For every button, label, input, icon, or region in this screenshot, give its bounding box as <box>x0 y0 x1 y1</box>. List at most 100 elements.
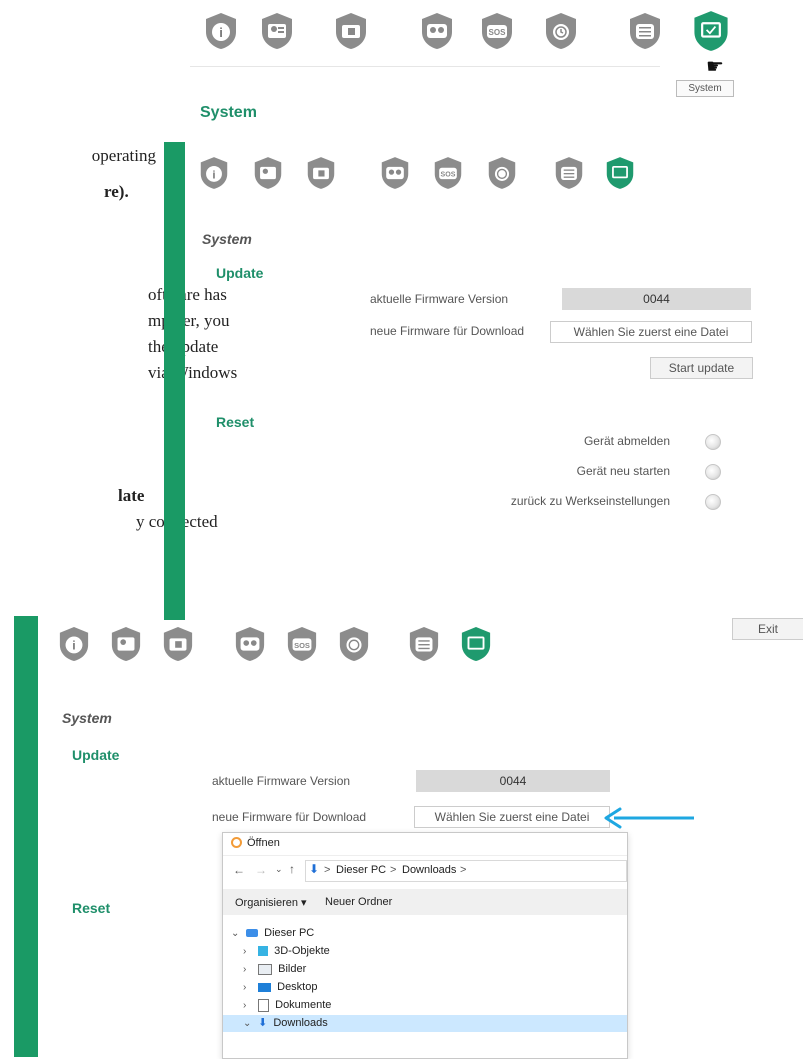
settings-icon[interactable] <box>408 626 440 662</box>
contact-icon[interactable] <box>253 156 283 190</box>
svg-text:SOS: SOS <box>294 641 310 650</box>
top-heading: System <box>200 104 257 121</box>
divider <box>190 66 660 67</box>
breadcrumb-sep: > <box>324 864 331 876</box>
group-icon[interactable] <box>420 12 454 50</box>
reset-option-label: Gerät abmelden <box>583 434 670 448</box>
tree-item-downloads[interactable]: ⌄ ⬇ Downloads <box>223 1015 627 1032</box>
group-icon[interactable] <box>234 626 266 662</box>
forward-icon[interactable]: → <box>255 863 267 877</box>
update-heading: Update <box>72 747 120 763</box>
start-update-button[interactable]: Start update <box>650 357 753 379</box>
system-icon[interactable] <box>605 156 635 190</box>
chevron-right-icon: › <box>243 1000 247 1011</box>
folder-tree: ⌄ Dieser PC › 3D-Objekte › Bilder › Desk… <box>223 923 627 1058</box>
reset-heading: Reset <box>72 900 111 916</box>
new-firmware-label: neue Firmware für Download <box>370 324 525 338</box>
sos-icon[interactable]: SOS <box>433 156 463 190</box>
tree-item-label: Bilder <box>278 963 307 975</box>
sim-icon[interactable] <box>334 12 368 50</box>
tree-item-bilder[interactable]: › Bilder <box>223 961 627 978</box>
firmware-version-value: 0044 <box>416 770 610 792</box>
choose-file-button[interactable]: Wählen Sie zuerst eine Datei <box>550 321 752 343</box>
system-icon[interactable] <box>692 10 730 52</box>
recent-dropdown-icon[interactable]: ⌄ <box>275 864 283 875</box>
chevron-right-icon: › <box>243 964 247 975</box>
firmware-version-label: aktuelle Firmware Version <box>370 292 509 306</box>
sos-icon[interactable]: SOS <box>480 12 514 50</box>
cube-icon <box>258 946 269 957</box>
doc-line: oftware has <box>148 285 227 304</box>
panel-title: System <box>202 231 252 247</box>
green-accent-bar <box>164 142 185 620</box>
svg-text:SOS: SOS <box>441 172 456 179</box>
organize-menu[interactable]: Organisieren ▾ <box>235 896 307 909</box>
sos-icon[interactable]: SOS <box>286 626 318 662</box>
tree-item-desktop[interactable]: › Desktop <box>223 979 627 996</box>
contact-icon[interactable] <box>260 12 294 50</box>
panel-title: System <box>62 710 112 726</box>
pictures-icon <box>258 963 273 975</box>
doc-line: via Windows <box>148 363 238 382</box>
group-icon[interactable] <box>380 156 410 190</box>
green-accent-bar <box>14 616 38 1057</box>
factory-reset-radio[interactable] <box>705 494 721 510</box>
info-icon[interactable]: i <box>199 156 229 190</box>
sim-icon[interactable] <box>162 626 194 662</box>
settings-icon[interactable] <box>628 12 662 50</box>
address-row: ← → ⌄ ↑ ⬇ > Dieser PC > Downloads > <box>223 857 627 885</box>
desktop-icon <box>258 982 272 992</box>
svg-text:i: i <box>72 639 75 653</box>
choose-file-button[interactable]: Wählen Sie zuerst eine Datei <box>414 806 610 828</box>
tree-item-dieser-pc[interactable]: ⌄ Dieser PC <box>223 925 627 942</box>
chevron-right-icon: › <box>243 946 247 957</box>
logout-radio[interactable] <box>705 434 721 450</box>
app-logo-icon <box>231 837 242 848</box>
tree-item-label: Desktop <box>277 981 318 993</box>
tree-item-label: 3D-Objekte <box>274 945 330 957</box>
new-folder-button[interactable]: Neuer Ordner <box>325 896 392 908</box>
reset-option-label: Gerät neu starten <box>576 464 670 478</box>
address-bar[interactable]: ⬇ > Dieser PC > Downloads > <box>305 860 627 882</box>
dialog-title: Öffnen <box>247 837 280 849</box>
contact-icon[interactable] <box>110 626 142 662</box>
chevron-right-icon: › <box>243 982 247 993</box>
svg-text:i: i <box>219 25 223 40</box>
command-bar: Organisieren ▾ Neuer Ordner <box>223 889 627 915</box>
chevron-down-icon: ⌄ <box>231 928 240 939</box>
document-icon <box>258 998 270 1012</box>
reset-heading: Reset <box>216 414 255 430</box>
download-icon: ⬇ <box>309 862 320 876</box>
info-icon[interactable]: i <box>204 12 238 50</box>
pc-icon <box>246 929 259 938</box>
doc-line: mputer, you <box>148 311 230 330</box>
sim-icon[interactable] <box>306 156 336 190</box>
tree-item-label: Dieser PC <box>264 927 315 939</box>
new-firmware-label: neue Firmware für Download <box>212 810 367 824</box>
breadcrumb-root[interactable]: Dieser PC <box>336 864 386 876</box>
reset-option-label: zurück zu Werkseinstellungen <box>510 494 670 508</box>
alarm-icon[interactable] <box>544 12 578 50</box>
exit-button[interactable]: Exit <box>732 618 803 640</box>
doc-line: re). <box>104 182 129 201</box>
svg-text:i: i <box>212 169 215 181</box>
arrow-left-icon <box>604 807 694 829</box>
back-icon[interactable]: ← <box>233 863 245 877</box>
system-icon[interactable] <box>460 626 492 662</box>
system-tooltip: System <box>676 80 734 97</box>
file-open-dialog: Öffnen ← → ⌄ ↑ ⬇ > Dieser PC > Downloads… <box>222 832 628 1059</box>
alarm-icon[interactable] <box>487 156 517 190</box>
alarm-icon[interactable] <box>338 626 370 662</box>
up-icon[interactable]: ↑ <box>289 862 295 876</box>
tree-item-label: Dokumente <box>275 999 332 1011</box>
breadcrumb-folder[interactable]: Downloads <box>402 864 456 876</box>
firmware-version-value: 0044 <box>562 288 751 310</box>
tree-item-3d-objekte[interactable]: › 3D-Objekte <box>223 943 627 960</box>
restart-radio[interactable] <box>705 464 721 480</box>
info-icon[interactable]: i <box>58 626 90 662</box>
dialog-titlebar: Öffnen <box>223 833 627 856</box>
settings-icon[interactable] <box>554 156 584 190</box>
tree-item-dokumente[interactable]: › Dokumente <box>223 997 627 1014</box>
update-heading: Update <box>216 265 264 281</box>
cursor-icon: ☛ <box>706 56 724 78</box>
